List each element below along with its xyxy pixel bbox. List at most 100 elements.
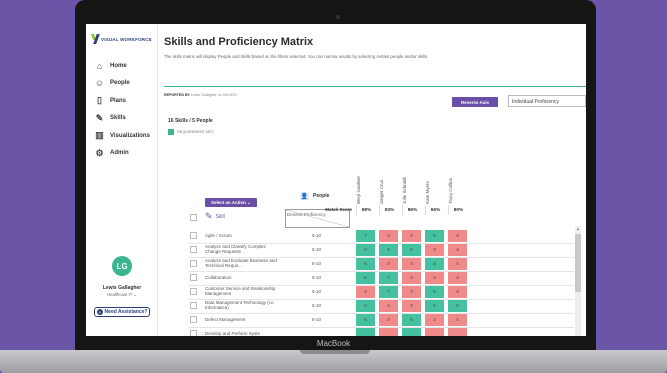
- row-checkbox[interactable]: [190, 288, 197, 295]
- proficiency-cell[interactable]: 4: [448, 258, 468, 270]
- sidebar-nav: ⌂ Home ☺ People ▯ Plans ✎ Skills ▥ Visua…: [94, 57, 154, 162]
- reported-by: REPORTED BY Lewis Gallagher on 09/18/20: [164, 93, 237, 97]
- proficiency-cell[interactable]: 5: [425, 300, 445, 312]
- proficiency-cell[interactable]: 4: [379, 314, 399, 326]
- proficiency-cell[interactable]: 4: [448, 314, 468, 326]
- sidebar-item-people[interactable]: ☺ People: [94, 75, 154, 93]
- skill-name: Data Management Technology (i.e. Informa…: [205, 300, 275, 310]
- row-checkbox[interactable]: [190, 316, 197, 323]
- proficiency-cell[interactable]: 4: [379, 258, 399, 270]
- table-row[interactable]: Collaboration 5-10 5 7 4 4 4: [164, 272, 574, 284]
- proficiency-cell[interactable]: 4: [402, 258, 422, 270]
- skills-icon: ✎: [95, 112, 104, 123]
- proficiency-cell[interactable]: 5: [425, 286, 445, 298]
- row-checkbox[interactable]: [190, 260, 197, 267]
- logo[interactable]: VISUAL WORKFORCE: [92, 34, 152, 45]
- desired-proficiency: 5-10: [312, 275, 322, 280]
- proficiency-cell[interactable]: 7: [379, 272, 399, 284]
- scroll-up-icon[interactable]: ▴: [575, 226, 581, 232]
- proficiency-cell[interactable]: 6: [402, 244, 422, 256]
- proficiency-cell[interactable]: 4: [402, 272, 422, 284]
- select-all-checkbox[interactable]: [190, 214, 197, 221]
- column-header-person[interactable]: Ginger Cruz: [379, 166, 399, 204]
- proficiency-cell[interactable]: 4: [448, 286, 468, 298]
- user-group-value: Healthcare IT: [107, 292, 133, 297]
- proficiency-cell[interactable]: 5: [379, 244, 399, 256]
- select-action-button[interactable]: Select an Action ⌄: [205, 198, 257, 207]
- table-row[interactable]: Data Management Technology (i.e. Informa…: [164, 300, 574, 312]
- skill-name: Agile / Scrum: [205, 232, 232, 238]
- avatar[interactable]: LG: [112, 256, 132, 276]
- reported-by-label: REPORTED BY: [164, 93, 190, 97]
- people-icon: ☺: [94, 78, 105, 89]
- proficiency-cell[interactable]: 5: [448, 300, 468, 312]
- proficiency-cell[interactable]: 4: [448, 244, 468, 256]
- proficiency-cell[interactable]: 5: [356, 300, 376, 312]
- table-row[interactable]: Analyze and Evaluate Business and Techni…: [164, 258, 574, 270]
- proficiency-cell[interactable]: 6: [356, 258, 376, 270]
- column-header-person[interactable]: Beryl Gardner: [356, 166, 376, 204]
- proficiency-cell[interactable]: 4: [379, 300, 399, 312]
- people-label: People: [313, 193, 330, 199]
- proficiency-cell[interactable]: 4: [425, 272, 445, 284]
- gear-icon: ⚙: [95, 147, 104, 158]
- scrollbar-thumb[interactable]: [575, 234, 581, 292]
- table-row[interactable]: Analyze and Classify Complex Change Requ…: [164, 244, 574, 256]
- proficiency-cell[interactable]: [402, 328, 422, 336]
- sidebar-item-label: Admin: [110, 150, 129, 157]
- proficiency-cell[interactable]: 4: [379, 230, 399, 242]
- proficiency-cell[interactable]: [356, 328, 376, 336]
- sidebar-item-label: People: [110, 80, 130, 87]
- proficiency-cell[interactable]: 5: [425, 230, 445, 242]
- row-checkbox[interactable]: [190, 274, 197, 281]
- sidebar-item-label: Home: [110, 62, 127, 69]
- table-row[interactable]: Customer Service and Relationship Manage…: [164, 286, 574, 298]
- sidebar-item-admin[interactable]: ⚙ Admin: [94, 145, 154, 163]
- table-row[interactable]: Defect Management 5-10 6 4 6 3 4: [164, 314, 574, 326]
- sidebar-item-plans[interactable]: ▯ Plans: [94, 92, 154, 110]
- reverse-axis-button[interactable]: Reverse Axis: [452, 97, 498, 107]
- table-row[interactable]: Agile / Scrum 5-10 7 4 4 5 4: [164, 230, 574, 242]
- row-checkbox[interactable]: [190, 232, 197, 239]
- desired-proficiency: 5-10: [312, 303, 322, 308]
- proficiency-cell[interactable]: 3: [425, 314, 445, 326]
- match-score: 98%: [356, 205, 376, 215]
- device-label: MacBook: [316, 339, 351, 348]
- skill-name: Defect Management: [205, 316, 246, 322]
- row-checkbox[interactable]: [190, 246, 197, 253]
- proficiency-cell[interactable]: 4: [402, 230, 422, 242]
- column-header-person[interactable]: Julie Schmidt: [402, 166, 422, 204]
- sidebar-item-visualizations[interactable]: ▥ Visualizations: [94, 127, 154, 145]
- proficiency-cell[interactable]: [379, 328, 399, 336]
- help-icon: ?: [96, 309, 103, 315]
- proficiency-cell[interactable]: 3: [402, 300, 422, 312]
- sidebar-item-home[interactable]: ⌂ Home: [94, 57, 154, 75]
- column-header-person[interactable]: Tracy Collins: [448, 166, 468, 204]
- need-assistance-button[interactable]: ? Need Assistance?: [94, 307, 150, 317]
- proficiency-cell[interactable]: 4: [356, 286, 376, 298]
- proficiency-cell[interactable]: 7: [379, 286, 399, 298]
- proficiency-cell[interactable]: 3: [402, 286, 422, 298]
- table-row[interactable]: Develop and Perform Syste: [164, 328, 574, 336]
- proficiency-cell[interactable]: 4: [448, 230, 468, 242]
- proficiency-cell[interactable]: 5: [425, 258, 445, 270]
- proficiency-cell[interactable]: 6: [356, 314, 376, 326]
- row-checkbox[interactable]: [190, 330, 197, 336]
- proficiency-cell[interactable]: 7: [356, 230, 376, 242]
- proficiency-cell[interactable]: [448, 328, 468, 336]
- proficiency-cell[interactable]: 5: [356, 272, 376, 284]
- sidebar-item-label: Plans: [110, 97, 127, 104]
- proficiency-cell[interactable]: 6: [356, 244, 376, 256]
- user-group-select[interactable]: Healthcare IT ⌄: [86, 292, 158, 297]
- webcam: [336, 15, 340, 19]
- sidebar-item-skills[interactable]: ✎ Skills: [94, 110, 154, 128]
- user-name: Lewis Gallagher: [102, 285, 142, 291]
- proficiency-cell[interactable]: [425, 328, 445, 336]
- row-checkbox[interactable]: [190, 302, 197, 309]
- proficiency-cell[interactable]: 4: [448, 272, 468, 284]
- proficiency-cell[interactable]: 6: [402, 314, 422, 326]
- skill-name: Collaboration: [205, 274, 232, 280]
- column-header-person[interactable]: Kate Myers: [425, 166, 445, 204]
- proficiency-cell[interactable]: 3: [425, 244, 445, 256]
- view-select[interactable]: Individual Proficiency: [508, 95, 586, 107]
